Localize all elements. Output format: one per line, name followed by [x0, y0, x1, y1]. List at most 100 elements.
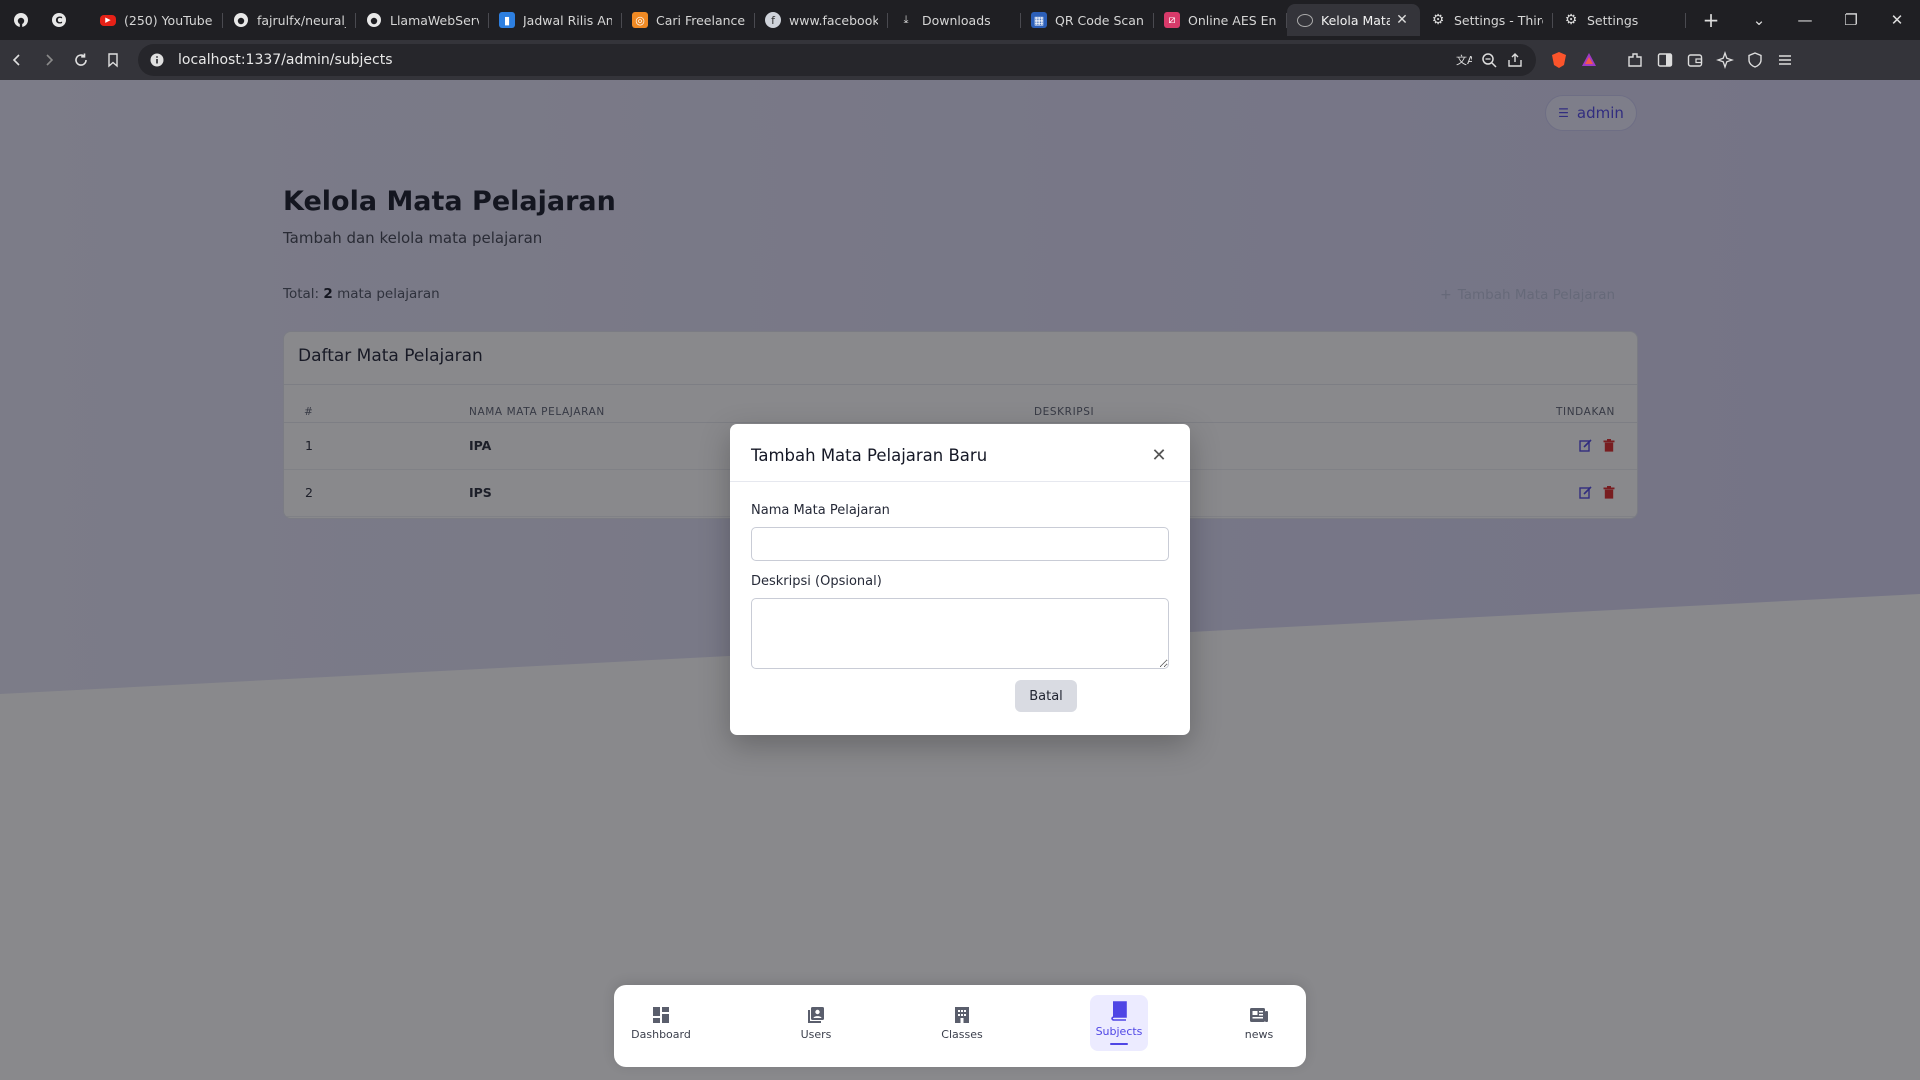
arrow-right-icon — [46, 54, 54, 66]
bookmark-site-icon: ▮ — [499, 12, 515, 28]
subjects-icon — [1111, 1001, 1127, 1021]
reload-icon — [75, 53, 87, 66]
tab-facebook[interactable]: f www.facebook.c — [755, 4, 888, 36]
site-icon — [1297, 13, 1313, 27]
nav-item-news[interactable]: news — [1214, 993, 1304, 1053]
leo-ai-icon[interactable] — [1710, 45, 1740, 75]
minimize-icon[interactable]: — — [1782, 11, 1828, 29]
tab-label: fajrulfx/neural_n — [257, 12, 346, 28]
brave-rewards-icon[interactable] — [1574, 45, 1604, 75]
tab-label: (250) YouTube — [124, 12, 213, 28]
subject-name-input[interactable] — [751, 527, 1169, 561]
url-input[interactable] — [178, 52, 1178, 68]
divider — [730, 481, 1190, 482]
share-icon[interactable] — [1506, 51, 1524, 69]
tab-freelancer[interactable]: ◎ Cari Freelancer I — [622, 4, 755, 36]
tab-qr-scanner[interactable]: ▦ QR Code Scann — [1021, 4, 1154, 36]
brave-shield-icon[interactable] — [1544, 45, 1574, 75]
tab-settings-third[interactable]: ⚙ Settings - Third — [1420, 4, 1553, 36]
cancel-button[interactable]: Batal — [1015, 680, 1077, 712]
restore-icon[interactable]: ❐ — [1828, 11, 1874, 29]
extensions-icon[interactable] — [1620, 45, 1650, 75]
pinned-tab-github[interactable] — [4, 6, 38, 34]
description-textarea[interactable] — [751, 598, 1169, 669]
freelancer-icon: ◎ — [632, 12, 648, 28]
active-indicator — [1110, 1043, 1128, 1045]
browser-toolbar: 文A — [0, 40, 1920, 80]
add-subject-modal: Tambah Mata Pelajaran Baru ✕ Nama Mata P… — [730, 424, 1190, 735]
translate-icon[interactable]: 文A — [1454, 51, 1472, 69]
nav-label: news — [1244, 1027, 1274, 1041]
nav-item-classes[interactable]: Classes — [917, 993, 1007, 1053]
page-content: ☰ admin Kelola Mata Pelajaran Tambah dan… — [0, 80, 1920, 1080]
svg-text:C: C — [55, 16, 62, 27]
window-controls: ⌄ — ❐ ✕ — [1736, 0, 1920, 40]
new-tab-button[interactable]: + — [1694, 5, 1728, 35]
classes-icon — [955, 1006, 969, 1023]
pinned-tab-c[interactable]: C — [42, 6, 76, 34]
toolbar-icons — [1544, 45, 1800, 75]
nav-item-users[interactable]: Users — [771, 993, 861, 1053]
nav-label: Subjects — [1095, 1025, 1143, 1038]
github-icon — [14, 13, 28, 27]
tab-github-llama[interactable]: LlamaWebServe — [356, 4, 489, 36]
close-window-icon[interactable]: ✕ — [1874, 11, 1920, 29]
tab-label: Online AES Encr — [1188, 12, 1277, 28]
nav-label: Dashboard — [631, 1027, 691, 1041]
subject-name-label: Nama Mata Pelajaran — [751, 503, 890, 518]
forward-button[interactable] — [34, 45, 64, 75]
gear-icon: ⚙ — [1564, 12, 1578, 28]
tab-label: Kelola Mata — [1321, 12, 1390, 28]
description-label: Deskripsi (Opsional) — [751, 574, 882, 589]
nav-item-subjects[interactable]: Subjects — [1090, 995, 1148, 1051]
youtube-icon: ▶ — [100, 14, 116, 26]
modal-title: Tambah Mata Pelajaran Baru — [751, 446, 988, 465]
nav-item-dashboard[interactable]: Dashboard — [616, 993, 706, 1053]
arrow-left-icon — [12, 54, 20, 66]
browser-tab-strip: C ▶ (250) YouTube fajrulfx/neural_n Llam… — [0, 0, 1920, 40]
tab-label: LlamaWebServe — [390, 12, 479, 28]
tab-downloads[interactable]: ⤓ Downloads — [888, 4, 1021, 36]
close-icon[interactable]: ✕ — [1394, 12, 1410, 28]
tab-label: www.facebook.c — [789, 12, 878, 28]
copilot-c-icon: C — [52, 13, 66, 27]
site-info-icon[interactable] — [150, 53, 164, 67]
tab-youtube[interactable]: ▶ (250) YouTube — [90, 4, 223, 36]
tab-aes[interactable]: ⧄ Online AES Encr — [1154, 4, 1287, 36]
address-bar[interactable]: 文A — [138, 44, 1536, 76]
bookmark-icon — [108, 53, 118, 68]
vpn-shield-icon[interactable] — [1740, 45, 1770, 75]
nav-label: Classes — [941, 1027, 983, 1041]
nav-label: Users — [800, 1027, 832, 1041]
tab-github-neural[interactable]: fajrulfx/neural_n — [223, 4, 356, 36]
tab-label: Settings - Third — [1454, 12, 1543, 28]
close-icon[interactable]: ✕ — [1148, 444, 1170, 466]
menu-icon[interactable] — [1770, 45, 1800, 75]
tab-kelola-mata[interactable]: Kelola Mata ✕ — [1287, 4, 1420, 36]
bookmark-button[interactable] — [98, 45, 128, 75]
tab-search-chevron-icon[interactable]: ⌄ — [1736, 11, 1782, 29]
qr-icon: ▦ — [1031, 12, 1047, 28]
svg-text:文A: 文A — [1456, 53, 1472, 67]
tab-jadwal-rilis[interactable]: ▮ Jadwal Rilis Anin — [489, 4, 622, 36]
back-button[interactable] — [2, 45, 32, 75]
download-icon: ⤓ — [903, 13, 909, 26]
tab-label: QR Code Scann — [1055, 12, 1144, 28]
facebook-icon: f — [765, 12, 781, 28]
tab-label: Downloads — [922, 12, 991, 28]
tab-label: Cari Freelancer I — [656, 12, 745, 28]
wallet-icon[interactable] — [1680, 45, 1710, 75]
tab-settings[interactable]: ⚙ Settings — [1553, 4, 1686, 36]
bottom-navigation: Dashboard Users Classes Subjects news — [614, 985, 1306, 1067]
tab-label: Jadwal Rilis Anin — [523, 12, 612, 28]
users-icon — [808, 1006, 824, 1023]
github-icon — [367, 13, 381, 27]
reload-button[interactable] — [66, 45, 96, 75]
github-icon — [234, 13, 248, 27]
aes-icon: ⧄ — [1164, 12, 1180, 28]
gear-icon: ⚙ — [1431, 12, 1445, 28]
sidebar-icon[interactable] — [1650, 45, 1680, 75]
tab-label: Settings — [1587, 12, 1639, 28]
zoom-icon[interactable] — [1480, 51, 1498, 69]
news-icon — [1250, 1007, 1268, 1022]
